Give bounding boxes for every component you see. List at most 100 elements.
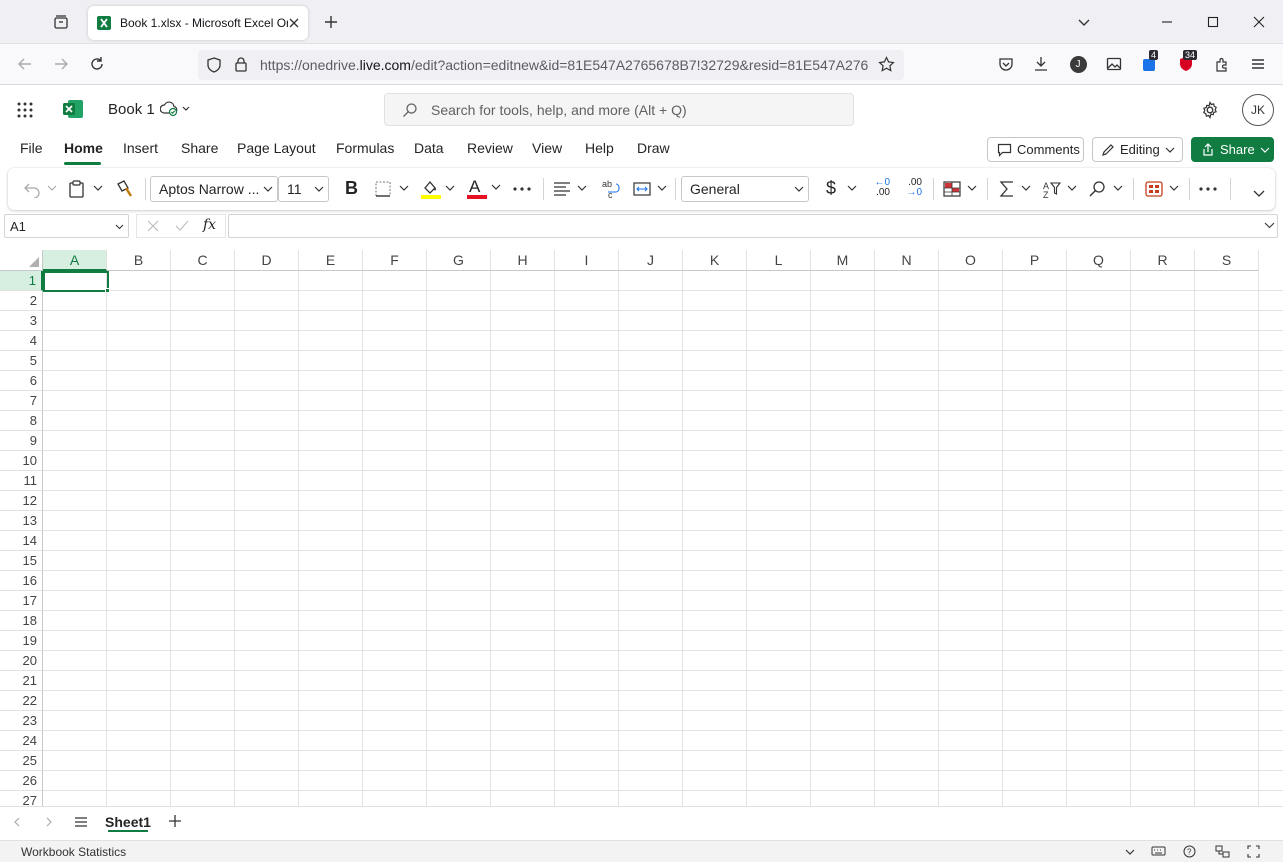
next-sheet-icon[interactable] bbox=[43, 816, 55, 828]
column-header[interactable]: B bbox=[107, 250, 171, 271]
row-header[interactable]: 17 bbox=[0, 591, 43, 611]
url-text[interactable]: https://onedrive.live.com/edit?action=ed… bbox=[260, 57, 870, 73]
row-header[interactable]: 4 bbox=[0, 331, 43, 351]
wrap-text-icon[interactable]: ab c bbox=[600, 178, 622, 200]
undo-icon[interactable] bbox=[22, 180, 60, 198]
row-header[interactable]: 8 bbox=[0, 411, 43, 431]
paste-icon[interactable] bbox=[68, 180, 106, 198]
help-icon[interactable]: ? bbox=[1183, 845, 1196, 858]
column-header[interactable]: C bbox=[171, 250, 235, 271]
row-header[interactable]: 10 bbox=[0, 451, 43, 471]
tab-data[interactable]: Data bbox=[414, 140, 444, 160]
column-header[interactable]: L bbox=[747, 250, 811, 271]
increase-decimal-button[interactable]: .00 →0 bbox=[900, 178, 922, 198]
row-header[interactable]: 9 bbox=[0, 431, 43, 451]
reload-icon[interactable] bbox=[84, 51, 110, 77]
image-extension-icon[interactable] bbox=[1101, 51, 1127, 77]
expand-formula-bar-icon[interactable] bbox=[1264, 220, 1275, 230]
currency-button[interactable]: $ bbox=[826, 178, 836, 199]
downloads-icon[interactable] bbox=[1028, 51, 1054, 77]
new-tab-icon[interactable] bbox=[318, 9, 344, 35]
row-header[interactable]: 23 bbox=[0, 711, 43, 731]
all-sheets-menu-icon[interactable] bbox=[73, 815, 89, 829]
font-size-select[interactable]: 11 bbox=[278, 176, 329, 202]
column-header[interactable]: K bbox=[683, 250, 747, 271]
tab-formulas[interactable]: Formulas bbox=[336, 140, 394, 160]
currency-chevron-icon[interactable] bbox=[846, 184, 858, 194]
row-header[interactable]: 21 bbox=[0, 671, 43, 691]
column-header[interactable]: J bbox=[619, 250, 683, 271]
tab-file[interactable]: File bbox=[20, 140, 43, 160]
tab-insert[interactable]: Insert bbox=[123, 140, 158, 160]
sort-filter-icon[interactable]: AZ bbox=[1042, 180, 1080, 198]
row-header[interactable]: 1 bbox=[0, 271, 43, 291]
row-header[interactable]: 18 bbox=[0, 611, 43, 631]
row-header[interactable]: 3 bbox=[0, 311, 43, 331]
settings-gear-icon[interactable] bbox=[1197, 97, 1223, 123]
row-header[interactable]: 11 bbox=[0, 471, 43, 491]
row-header[interactable]: 20 bbox=[0, 651, 43, 671]
row-header[interactable]: 12 bbox=[0, 491, 43, 511]
fill-handle[interactable] bbox=[105, 288, 110, 293]
row-header[interactable]: 14 bbox=[0, 531, 43, 551]
autosum-icon[interactable] bbox=[998, 180, 1036, 198]
status-chevron-icon[interactable] bbox=[1124, 846, 1136, 858]
row-header[interactable]: 15 bbox=[0, 551, 43, 571]
column-header[interactable]: D bbox=[235, 250, 299, 271]
document-title[interactable]: Book 1 bbox=[108, 101, 155, 118]
column-header[interactable]: M bbox=[811, 250, 875, 271]
row-header[interactable]: 27 bbox=[0, 791, 43, 806]
workbook-statistics-link[interactable]: Workbook Statistics bbox=[21, 845, 126, 859]
formula-input[interactable] bbox=[228, 214, 1278, 238]
address-bar[interactable]: https://onedrive.live.com/edit?action=ed… bbox=[198, 50, 904, 80]
tab-share[interactable]: Share bbox=[181, 140, 218, 160]
feedback-icon[interactable] bbox=[1215, 845, 1230, 858]
bookmark-star-icon[interactable] bbox=[878, 56, 895, 73]
column-header[interactable]: S bbox=[1195, 250, 1259, 271]
font-name-select[interactable]: Aptos Narrow ... bbox=[150, 176, 278, 202]
row-header[interactable]: 24 bbox=[0, 731, 43, 751]
tab-help[interactable]: Help bbox=[585, 140, 614, 160]
browser-menu-icon[interactable] bbox=[1245, 51, 1271, 77]
maximize-icon[interactable] bbox=[1190, 0, 1236, 44]
cancel-formula-icon[interactable] bbox=[147, 220, 159, 232]
active-cell-outline[interactable] bbox=[43, 271, 109, 292]
search-box[interactable]: Search for tools, help, and more (Alt + … bbox=[384, 93, 854, 126]
row-header[interactable]: 25 bbox=[0, 751, 43, 771]
row-header[interactable]: 7 bbox=[0, 391, 43, 411]
column-header[interactable]: R bbox=[1131, 250, 1195, 271]
format-painter-icon[interactable] bbox=[115, 179, 135, 199]
row-header[interactable]: 13 bbox=[0, 511, 43, 531]
tab-draw[interactable]: Draw bbox=[637, 140, 670, 160]
column-header[interactable]: H bbox=[491, 250, 555, 271]
number-format-select[interactable]: General bbox=[681, 176, 809, 202]
tab-view[interactable]: View bbox=[532, 140, 562, 160]
minimize-icon[interactable] bbox=[1144, 0, 1190, 44]
extension-icon-1[interactable]: 4 bbox=[1137, 50, 1163, 77]
fill-color-icon[interactable] bbox=[420, 178, 458, 200]
column-header[interactable]: G bbox=[427, 250, 491, 271]
decrease-decimal-button[interactable]: ←0 .00 bbox=[870, 178, 890, 198]
cell-area[interactable] bbox=[43, 271, 1283, 806]
column-header[interactable]: P bbox=[1003, 250, 1067, 271]
row-header[interactable]: 22 bbox=[0, 691, 43, 711]
row-header[interactable]: 2 bbox=[0, 291, 43, 311]
tab-page-layout[interactable]: Page Layout bbox=[237, 140, 316, 160]
comments-button[interactable]: Comments bbox=[987, 137, 1084, 162]
row-header[interactable]: 26 bbox=[0, 771, 43, 791]
borders-icon[interactable] bbox=[374, 180, 412, 198]
close-window-icon[interactable] bbox=[1236, 0, 1282, 44]
forward-icon[interactable] bbox=[48, 51, 74, 77]
list-tabs-icon[interactable] bbox=[1071, 9, 1097, 35]
find-icon[interactable] bbox=[1088, 180, 1126, 198]
user-avatar[interactable]: JK bbox=[1242, 94, 1274, 126]
column-header[interactable]: F bbox=[363, 250, 427, 271]
share-button[interactable]: Share bbox=[1191, 137, 1274, 162]
close-tab-icon[interactable] bbox=[288, 17, 300, 29]
column-header[interactable]: Q bbox=[1067, 250, 1131, 271]
browser-tab[interactable]: Book 1.xlsx - Microsoft Excel Or bbox=[88, 6, 308, 40]
column-header[interactable]: E bbox=[299, 250, 363, 271]
name-box[interactable]: A1 bbox=[4, 214, 129, 238]
add-ins-icon[interactable] bbox=[1144, 180, 1182, 198]
insert-function-button[interactable]: fx bbox=[203, 217, 216, 233]
